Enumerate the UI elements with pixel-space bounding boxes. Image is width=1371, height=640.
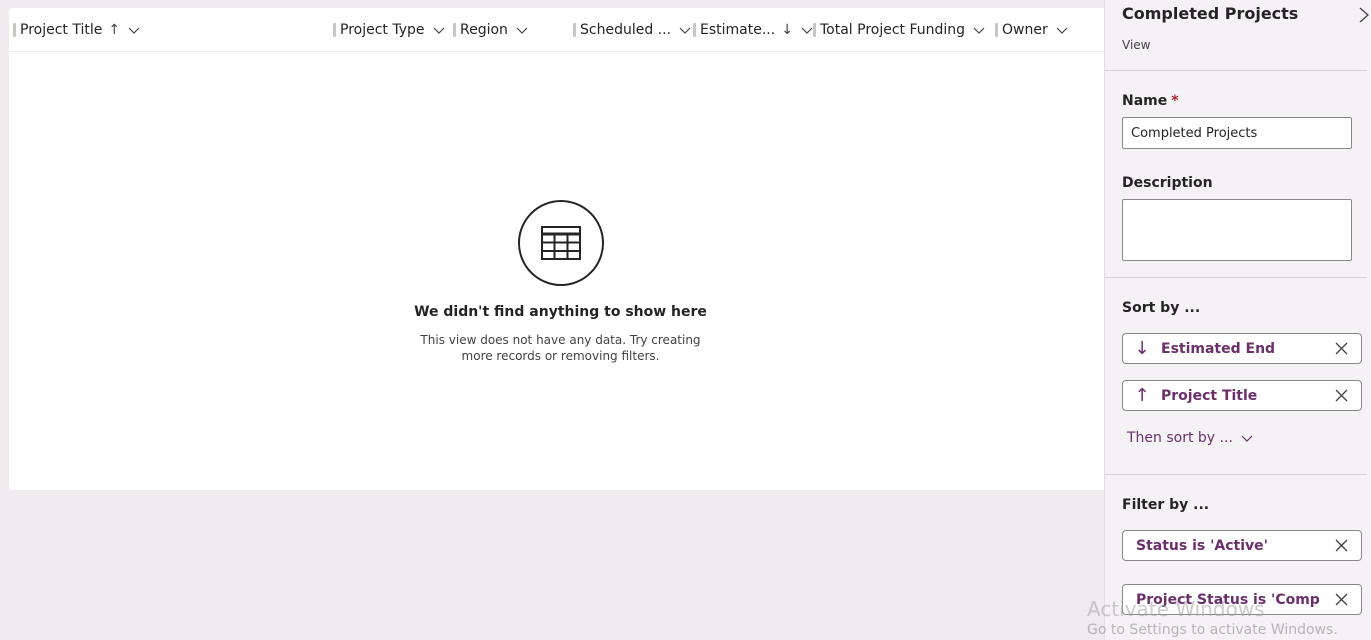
column-header-region[interactable]: Region bbox=[453, 8, 528, 52]
column-resize-grip[interactable] bbox=[13, 23, 16, 37]
close-icon bbox=[1335, 342, 1347, 355]
sort-chip-project-title[interactable]: ↑ Project Title bbox=[1122, 380, 1362, 411]
sort-descending-icon: ↓ bbox=[781, 22, 793, 38]
filter-chip-status[interactable]: Status is 'Active' bbox=[1122, 530, 1362, 561]
name-input[interactable] bbox=[1122, 117, 1352, 149]
column-header-owner[interactable]: Owner bbox=[995, 8, 1068, 52]
column-resize-grip[interactable] bbox=[995, 23, 998, 37]
activate-windows-watermark: Activate Windows bbox=[1087, 597, 1265, 621]
filter-chip-label: Status is 'Active' bbox=[1136, 537, 1268, 554]
description-label: Description bbox=[1122, 175, 1213, 191]
required-indicator: * bbox=[1171, 93, 1179, 109]
chevron-right-icon[interactable] bbox=[1357, 6, 1371, 24]
remove-sort-button[interactable] bbox=[1321, 342, 1361, 355]
empty-state: We didn't find anything to show here Thi… bbox=[9, 200, 1112, 364]
empty-state-description: This view does not have any data. Try cr… bbox=[420, 333, 701, 363]
remove-sort-button[interactable] bbox=[1321, 389, 1361, 402]
column-resize-grip[interactable] bbox=[333, 23, 336, 37]
sort-descending-icon: ↓ bbox=[1134, 338, 1150, 359]
column-label: Estimate... bbox=[700, 22, 776, 38]
name-label-text: Name bbox=[1122, 93, 1168, 109]
column-resize-grip[interactable] bbox=[813, 23, 816, 37]
empty-state-icon-circle bbox=[517, 200, 604, 286]
sort-chip-estimated-end[interactable]: ↓ Estimated End bbox=[1122, 333, 1362, 364]
then-sort-by-label: Then sort by ... bbox=[1127, 430, 1233, 446]
remove-filter-button[interactable] bbox=[1321, 539, 1361, 552]
close-icon bbox=[1335, 539, 1347, 552]
chevron-down-icon[interactable] bbox=[1056, 24, 1068, 36]
table-icon bbox=[540, 226, 581, 260]
chevron-down-icon bbox=[1241, 435, 1253, 442]
column-header-scheduled[interactable]: Scheduled ... bbox=[573, 8, 691, 52]
chevron-down-icon[interactable] bbox=[973, 24, 985, 36]
divider bbox=[1105, 70, 1367, 71]
chevron-down-icon[interactable] bbox=[128, 24, 140, 36]
remove-filter-button[interactable] bbox=[1321, 593, 1361, 606]
column-label: Total Project Funding bbox=[820, 22, 966, 38]
column-header-row: Project Title ↑ Project Type Region Sche… bbox=[9, 8, 1104, 52]
filter-by-label: Filter by ... bbox=[1122, 497, 1210, 513]
column-resize-grip[interactable] bbox=[693, 23, 696, 37]
activate-windows-hint: Go to Settings to activate Windows. bbox=[1087, 622, 1338, 638]
sort-ascending-icon: ↑ bbox=[1134, 385, 1150, 406]
sort-ascending-icon: ↑ bbox=[108, 22, 121, 38]
column-header-estimated-end[interactable]: Estimate... ↓ bbox=[693, 8, 813, 52]
chevron-down-icon[interactable] bbox=[801, 24, 813, 36]
column-header-project-title[interactable]: Project Title ↑ bbox=[13, 8, 140, 52]
column-label: Region bbox=[460, 22, 508, 38]
chevron-down-icon[interactable] bbox=[516, 24, 528, 36]
close-icon bbox=[1335, 593, 1347, 606]
column-label: Project Type bbox=[340, 22, 425, 38]
column-label: Owner bbox=[1002, 22, 1048, 38]
empty-state-title: We didn't find anything to show here bbox=[414, 304, 707, 320]
column-resize-grip[interactable] bbox=[453, 23, 456, 37]
chevron-down-icon[interactable] bbox=[433, 24, 445, 36]
panel-title: Completed Projects bbox=[1122, 4, 1299, 23]
divider bbox=[1105, 474, 1367, 475]
chevron-down-icon[interactable] bbox=[679, 24, 691, 36]
divider bbox=[1105, 277, 1367, 278]
sort-chip-label: Project Title bbox=[1161, 387, 1258, 404]
column-header-project-type[interactable]: Project Type bbox=[333, 8, 445, 52]
column-label: Project Title bbox=[20, 22, 103, 38]
column-label: Scheduled ... bbox=[580, 22, 672, 38]
column-header-total-project-funding[interactable]: Total Project Funding bbox=[813, 8, 985, 52]
view-editor-panel: Completed Projects View Name* Descriptio… bbox=[1104, 0, 1371, 640]
sort-chip-label: Estimated End bbox=[1161, 340, 1276, 357]
column-resize-grip[interactable] bbox=[573, 23, 576, 37]
close-icon bbox=[1335, 389, 1347, 402]
description-input[interactable] bbox=[1122, 199, 1352, 261]
panel-subtitle: View bbox=[1122, 38, 1151, 52]
grid-card: Project Title ↑ Project Type Region Sche… bbox=[9, 8, 1104, 490]
then-sort-by-button[interactable]: Then sort by ... bbox=[1127, 430, 1253, 446]
name-label: Name * bbox=[1122, 93, 1179, 109]
sort-by-label: Sort by ... bbox=[1122, 300, 1201, 316]
